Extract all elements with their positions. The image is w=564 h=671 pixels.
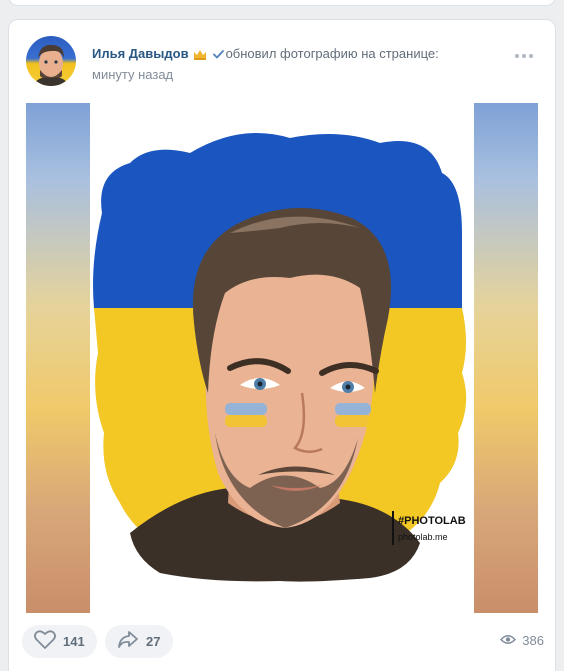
view-count: 386	[522, 633, 544, 648]
share-arrow-icon	[117, 630, 139, 654]
post-time[interactable]: минуту назад	[92, 65, 482, 84]
post-header: Илья Давыдов обновил фотографию на страни…	[92, 44, 482, 84]
photo-blur-left	[26, 103, 90, 613]
previous-post-edge	[8, 0, 556, 6]
avatar[interactable]	[26, 36, 76, 86]
crown-icon	[193, 46, 207, 65]
watermark-site: photolab.me	[398, 532, 448, 542]
photo-blur-right	[474, 103, 538, 613]
author-name[interactable]: Илья Давыдов	[92, 46, 189, 61]
eye-icon	[500, 633, 517, 648]
post-photo[interactable]: #PHOTOLAB photolab.me	[26, 103, 538, 613]
share-count: 27	[146, 634, 161, 649]
views-counter: 386	[500, 633, 544, 648]
more-dots-icon[interactable]	[515, 54, 533, 60]
heart-icon	[34, 629, 56, 654]
watermark-tag: #PHOTOLAB	[398, 515, 466, 527]
share-button[interactable]: 27	[105, 625, 173, 658]
photo-image: #PHOTOLAB photolab.me	[90, 103, 474, 613]
like-count: 141	[63, 634, 85, 649]
post-action-text: обновил фотографию на странице:	[225, 46, 439, 61]
post-card: Илья Давыдов обновил фотографию на страни…	[8, 19, 556, 671]
post-footer: 141 27 386	[22, 625, 544, 659]
like-button[interactable]: 141	[22, 625, 97, 658]
check-icon	[212, 45, 224, 64]
